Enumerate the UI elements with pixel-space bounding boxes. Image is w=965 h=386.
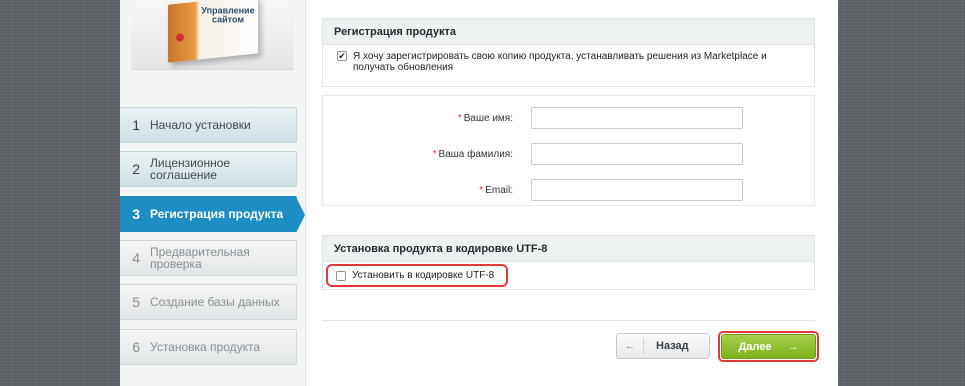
arrow-left-icon: ← xyxy=(624,340,636,352)
required-mark: * xyxy=(432,149,437,160)
step-number: 6 xyxy=(132,339,140,355)
registration-panel: Регистрация продукта ✔ Я хочу зарегистри… xyxy=(322,18,815,87)
utf8-title: Установка продукта в кодировке UTF-8 xyxy=(323,236,814,262)
registration-title: Регистрация продукта xyxy=(323,19,814,45)
step-number: 5 xyxy=(132,294,140,310)
step-6: 6 Установка продукта xyxy=(120,329,297,365)
email-label: * Email: xyxy=(479,185,513,196)
first-name-label: * Ваше имя: xyxy=(458,113,513,124)
step-label: Лицензионное соглашение xyxy=(150,156,231,182)
consent-row: ✔ Я хочу зарегистрировать свою копию про… xyxy=(323,45,814,73)
step-5: 5 Создание базы данных xyxy=(120,284,297,320)
next-button-label: Далее xyxy=(738,340,772,353)
last-name-input[interactable] xyxy=(531,143,743,165)
utf8-option-highlight[interactable]: Установить в кодировке UTF-8 xyxy=(326,264,508,287)
utf8-checkbox[interactable] xyxy=(336,270,346,281)
step-number: 3 xyxy=(132,206,140,222)
required-mark: * xyxy=(479,185,484,196)
step-4: 4 Предварительная проверка xyxy=(120,240,297,276)
product-box-title: Управление сайтом xyxy=(201,5,255,25)
first-name-label-text: Ваше имя: xyxy=(463,113,513,124)
back-button[interactable]: ← Назад xyxy=(616,333,710,359)
utf8-checkbox-label: Установить в кодировке UTF-8 xyxy=(352,270,495,281)
back-button-label: Назад xyxy=(656,340,689,352)
step-label: Начало установки xyxy=(150,118,251,132)
required-mark: * xyxy=(457,113,462,124)
arrow-right-icon: → xyxy=(787,340,799,353)
next-button-highlight: Далее → xyxy=(718,331,819,362)
step-label: Предварительная проверка xyxy=(150,245,250,271)
step-number: 4 xyxy=(132,250,140,266)
last-name-row: * Ваша фамилия: xyxy=(323,143,816,167)
next-button[interactable]: Далее → xyxy=(721,334,816,359)
email-label-text: Email: xyxy=(485,185,513,196)
email-row: * Email: xyxy=(323,179,816,203)
divider xyxy=(322,320,815,321)
step-2: 2 Лицензионное соглашение xyxy=(120,151,297,187)
consent-checkbox[interactable]: ✔ xyxy=(337,51,347,61)
step-number: 2 xyxy=(132,161,140,177)
consent-text: Я хочу зарегистрировать свою копию проду… xyxy=(353,51,767,73)
step-label: Регистрация продукта xyxy=(150,207,284,221)
last-name-label: * Ваша фамилия: xyxy=(433,149,513,160)
step-number: 1 xyxy=(132,117,140,133)
last-name-label-text: Ваша фамилия: xyxy=(438,149,513,160)
right-background xyxy=(838,0,965,386)
first-name-input[interactable] xyxy=(531,107,743,129)
product-box-image: Управление сайтом xyxy=(168,0,258,63)
step-3: 3 Регистрация продукта xyxy=(120,196,305,233)
registration-form: * Ваше имя: * Ваша фамилия: * Email: xyxy=(322,95,815,206)
step-1: 1 Начало установки xyxy=(120,107,297,143)
button-divider xyxy=(643,338,644,354)
step-label: Создание базы данных xyxy=(150,295,280,309)
brand-logo-icon xyxy=(176,33,184,42)
first-name-row: * Ваше имя: xyxy=(323,107,816,131)
left-background xyxy=(0,0,120,386)
email-input[interactable] xyxy=(531,179,743,201)
step-label: Установка продукта xyxy=(150,340,261,354)
